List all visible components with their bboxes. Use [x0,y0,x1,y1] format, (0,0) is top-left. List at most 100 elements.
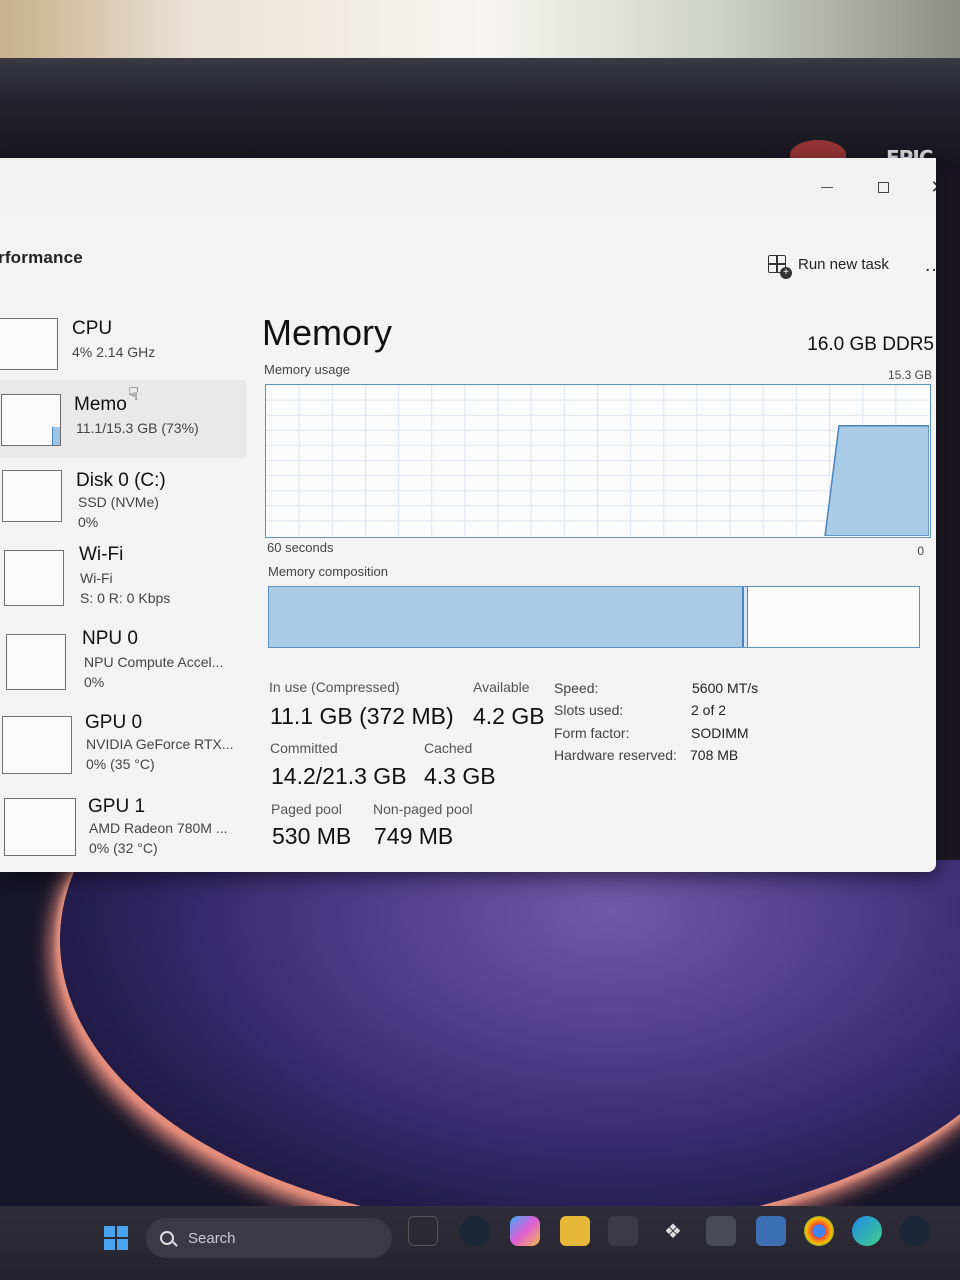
task-manager-window: ✕ rformance + Run new task … CPU 4% 2.14… [0,158,936,872]
hardware-reserved-value: 708 MB [690,747,739,763]
steam-icon[interactable] [460,1216,490,1246]
task-view-icon[interactable] [408,1216,438,1246]
committed-value: 14.2/21.3 GB [271,763,407,789]
run-new-task-label: Run new task [798,255,889,273]
taskbar: Search ❖ [0,1206,960,1280]
usage-graph-max: 15.3 GB [887,368,932,382]
in-use-label: In use (Compressed) [269,679,400,695]
run-new-task-button[interactable]: + Run new task [768,252,889,279]
usage-graph-canvas [266,385,929,536]
disk-thumbnail-graph [2,470,62,522]
composition-modified [743,587,748,647]
sidebar-item-detail: 4% 2.14 GHz [72,344,156,360]
close-button[interactable]: ✕ [918,172,936,202]
store-icon[interactable] [608,1216,638,1246]
speed-label: Speed: [554,680,599,696]
hardware-reserved-label: Hardware reserved: [554,747,677,763]
paged-pool-label: Paged pool [271,801,342,817]
panel-title: Memory [262,312,393,353]
app-icon[interactable] [706,1216,736,1246]
paged-pool-value: 530 MB [272,823,352,849]
sidebar-item-memory[interactable]: Memo 11.1/15.3 GB (73%) [0,380,246,458]
npu-thumbnail-graph [6,634,66,690]
windows-logo-icon [104,1226,115,1237]
available-value: 4.2 GB [473,703,545,729]
sidebar-item-label: Memo [74,394,127,415]
sidebar-item-label: CPU [72,318,113,339]
form-factor-label: Form factor: [554,725,630,741]
composition-label: Memory composition [268,564,388,579]
sidebar-item-detail-2: 0% [84,674,105,690]
wifi-thumbnail-graph [4,550,64,606]
search-icon [160,1231,174,1245]
sidebar-item-gpu-0[interactable]: GPU 0 NVIDIA GeForce RTX... 0% (35 °C) [0,708,246,786]
copilot-icon[interactable] [510,1216,540,1246]
sidebar-item-label: Wi-Fi [79,544,124,565]
usage-graph-time-end: 0 [917,544,924,558]
sidebar-item-detail-2: 0% (35 °C) [86,756,155,772]
title-bar[interactable]: ✕ [0,158,936,216]
usage-area [824,425,929,536]
sidebar-item-label: GPU 1 [88,796,146,817]
in-use-value: 11.1 GB (372 MB) [270,703,454,729]
gpu0-thumbnail-graph [2,716,72,774]
sidebar-item-label: Disk 0 (C:) [76,470,166,491]
cpu-thumbnail-graph [0,318,58,370]
memory-thumbnail-fill [52,426,60,445]
composition-in-use [269,587,744,647]
non-paged-pool-value: 749 MB [374,823,454,849]
run-task-icon: + [768,255,792,279]
chrome-icon[interactable] [804,1216,834,1246]
sidebar-item-detail: SSD (NVMe) [78,494,159,510]
more-options-button[interactable]: … [924,254,936,277]
wallpaper-planet [60,860,960,1220]
close-icon: ✕ [930,178,936,196]
sidebar-item-detail-2: S: 0 R: 0 Kbps [80,590,171,606]
sidebar-item-detail: AMD Radeon 780M ... [89,820,228,836]
sidebar-item-detail: Wi-Fi [80,570,113,586]
sidebar-item-detail: 11.1/15.3 GB (73%) [76,420,199,436]
form-factor-value: SODIMM [691,725,749,741]
start-button[interactable] [104,1226,128,1250]
page-title: rformance [0,248,83,267]
sidebar-item-detail-2: 0% [78,514,99,530]
dropbox-icon[interactable]: ❖ [658,1216,688,1246]
edge-icon[interactable] [852,1216,882,1246]
cached-value: 4.3 GB [424,763,496,789]
sidebar-item-gpu-1[interactable]: GPU 1 AMD Radeon 780M ... 0% (32 °C) [0,790,246,868]
steam-icon-2[interactable] [900,1216,930,1246]
sidebar-item-detail-2: 0% (32 °C) [89,840,158,856]
app-icon-2[interactable] [756,1216,786,1246]
cached-label: Cached [424,740,473,756]
minimize-icon [821,186,833,188]
search-placeholder: Search [188,1229,236,1247]
gpu1-thumbnail-graph [4,798,76,856]
maximize-button[interactable] [860,172,906,202]
sidebar-item-npu[interactable]: NPU 0 NPU Compute Accel... 0% [0,624,246,702]
hand-cursor-icon: ☟ [128,384,139,404]
page-header: rformance + Run new task … [0,216,936,294]
maximize-icon [877,181,889,193]
speed-value: 5600 MT/s [692,680,759,696]
performance-sidebar: CPU 4% 2.14 GHz Memo 11.1/15.3 GB (73%) … [0,294,248,872]
committed-label: Committed [270,740,338,756]
file-explorer-icon[interactable] [560,1216,590,1246]
memory-usage-graph [265,384,931,538]
slots-value: 2 of 2 [691,702,727,718]
sidebar-item-detail: NPU Compute Accel... [84,654,224,670]
desktop-wallpaper [0,860,960,1220]
sidebar-item-cpu[interactable]: CPU 4% 2.14 GHz [0,304,246,382]
available-label: Available [473,679,530,695]
usage-graph-time-span: 60 seconds [267,540,334,555]
sidebar-item-detail: NVIDIA GeForce RTX... [86,736,234,752]
sidebar-item-wifi[interactable]: Wi-Fi Wi-Fi S: 0 R: 0 Kbps [0,540,246,618]
slots-label: Slots used: [554,702,624,718]
memory-composition-bar [268,586,920,648]
minimize-button[interactable] [804,172,850,202]
usage-graph-label: Memory usage [264,362,350,377]
memory-total: 16.0 GB DDR5 [807,334,934,355]
memory-thumbnail-graph [1,394,61,446]
taskbar-search[interactable]: Search [146,1218,392,1258]
sidebar-item-label: NPU 0 [82,628,138,649]
sidebar-item-disk[interactable]: Disk 0 (C:) SSD (NVMe) 0% [0,456,246,534]
